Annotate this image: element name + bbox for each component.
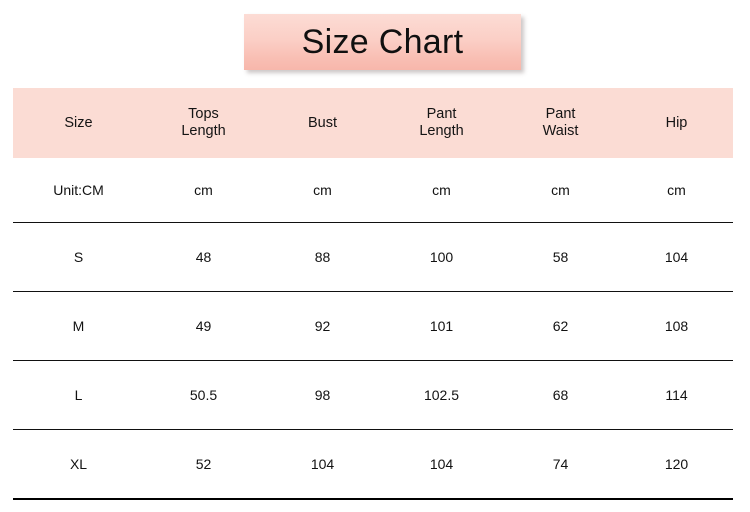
- table-unit-row: Unit:CM cm cm cm cm cm: [13, 158, 733, 223]
- unit-cell-hip: cm: [620, 158, 733, 223]
- column-header-pant-length-label: Pant Length: [419, 106, 464, 139]
- cell-pant-length: 101: [382, 291, 501, 361]
- cell-bust: 98: [263, 360, 382, 430]
- cell-size: S: [13, 222, 144, 292]
- cell-size: L: [13, 360, 144, 430]
- cell-hip: 120: [620, 429, 733, 500]
- cell-pant-length: 100: [382, 222, 501, 292]
- cell-pant-waist: 74: [501, 429, 620, 500]
- size-chart-table: Size Tops Length Bust Pant Length Pant W…: [13, 88, 733, 500]
- cell-pant-waist: 58: [501, 222, 620, 292]
- cell-pant-waist: 68: [501, 360, 620, 430]
- table-header-row: Size Tops Length Bust Pant Length Pant W…: [13, 88, 733, 158]
- unit-cell-size: Unit:CM: [13, 158, 144, 223]
- cell-tops-length: 50.5: [144, 360, 263, 430]
- table-row: L 50.5 98 102.5 68 114: [13, 360, 733, 430]
- cell-hip: 114: [620, 360, 733, 430]
- column-header-tops-length-label: Tops Length: [181, 106, 226, 139]
- column-header-bust-label: Bust: [307, 114, 337, 131]
- cell-tops-length: 48: [144, 222, 263, 292]
- column-header-pant-waist: Pant Waist: [501, 88, 620, 158]
- table-row: M 49 92 101 62 108: [13, 291, 733, 361]
- table-row: XL 52 104 104 74 120: [13, 429, 733, 500]
- column-header-bust: Bust: [263, 88, 382, 158]
- column-header-hip-label: Hip: [665, 114, 688, 131]
- cell-size: XL: [13, 429, 144, 500]
- cell-pant-length: 102.5: [382, 360, 501, 430]
- cell-pant-waist: 62: [501, 291, 620, 361]
- unit-cell-bust: cm: [263, 158, 382, 223]
- cell-tops-length: 49: [144, 291, 263, 361]
- cell-hip: 104: [620, 222, 733, 292]
- column-header-size-label: Size: [64, 114, 93, 131]
- cell-pant-length: 104: [382, 429, 501, 500]
- column-header-pant-waist-label: Pant Waist: [542, 106, 579, 139]
- title-banner: Size Chart: [244, 14, 521, 70]
- table-row: S 48 88 100 58 104: [13, 222, 733, 292]
- column-header-size: Size: [13, 88, 144, 158]
- column-header-pant-length: Pant Length: [382, 88, 501, 158]
- cell-tops-length: 52: [144, 429, 263, 500]
- unit-cell-pant-length: cm: [382, 158, 501, 223]
- cell-bust: 104: [263, 429, 382, 500]
- column-header-tops-length: Tops Length: [144, 88, 263, 158]
- unit-cell-pant-waist: cm: [501, 158, 620, 223]
- page-title: Size Chart: [301, 23, 464, 61]
- column-header-hip: Hip: [620, 88, 733, 158]
- cell-bust: 88: [263, 222, 382, 292]
- cell-hip: 108: [620, 291, 733, 361]
- unit-cell-tops-length: cm: [144, 158, 263, 223]
- size-chart-page: Size Chart Size Tops Length Bust Pant Le…: [0, 0, 750, 512]
- cell-size: M: [13, 291, 144, 361]
- cell-bust: 92: [263, 291, 382, 361]
